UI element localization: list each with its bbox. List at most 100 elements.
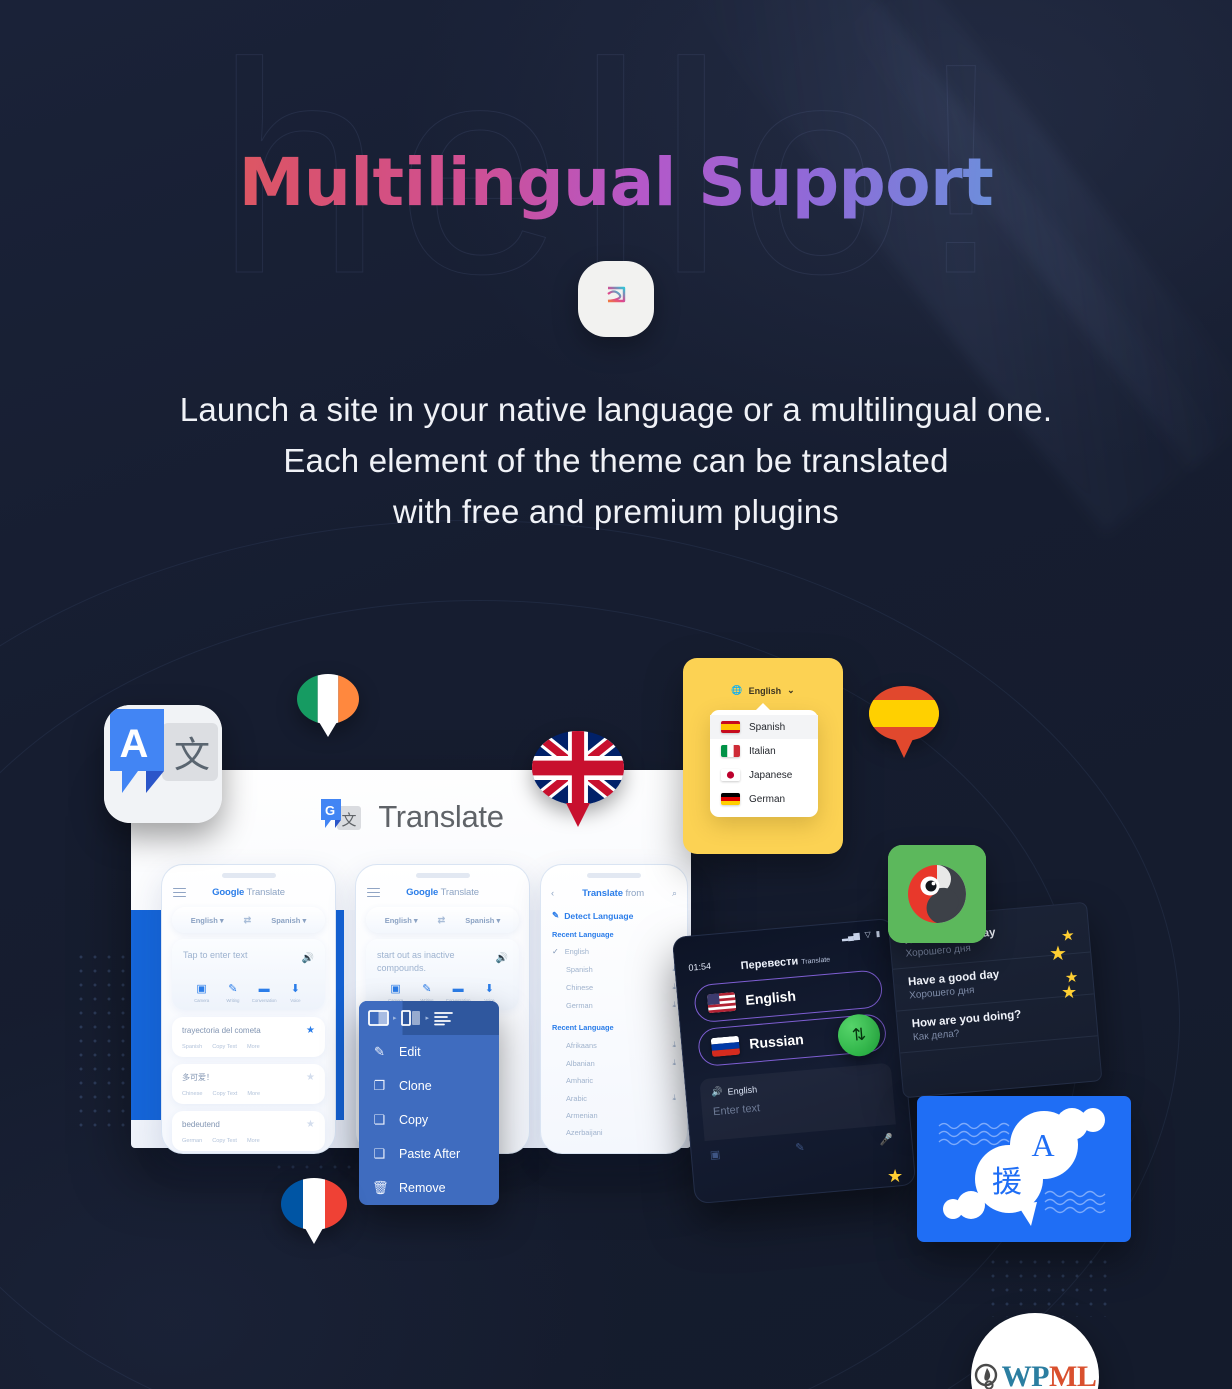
pen-icon[interactable]: ✎ (795, 1140, 805, 1154)
language-row-armenian[interactable]: Armenian (552, 1107, 676, 1124)
menu-item-paste-after[interactable]: ❑ Paste After (359, 1137, 499, 1171)
tool-voice[interactable]: ⬇ Voice (474, 984, 505, 1003)
menu-item-edit[interactable]: ✎ Edit (359, 1035, 499, 1069)
language-option-german[interactable]: German (710, 787, 818, 811)
usa-flag (706, 991, 737, 1013)
language-option-spanish[interactable]: Spanish (710, 715, 818, 739)
language-row-german[interactable]: German ⤓ (552, 996, 676, 1014)
more-action[interactable]: More (247, 1138, 260, 1144)
tool-writing[interactable]: ✎ Writing (411, 984, 442, 1003)
tool-camera[interactable]: ▣ Camera (186, 984, 217, 1003)
more-action[interactable]: More (247, 1044, 260, 1050)
clone-icon: ❐ (373, 1078, 386, 1093)
speaker-icon[interactable]: 🔊 (302, 953, 314, 964)
speaker-icon[interactable]: 🔊 (711, 1086, 723, 1098)
menu-icon[interactable] (173, 887, 186, 898)
columns-split-icon[interactable] (400, 1010, 422, 1026)
search-icon[interactable]: ⌕ (672, 888, 677, 899)
clipboard-icon: ❏ (373, 1112, 386, 1127)
menu-icon[interactable] (367, 887, 380, 898)
more-action[interactable]: More (247, 1091, 260, 1097)
camera-icon: ▣ (196, 983, 207, 995)
download-icon[interactable]: ⤓ (672, 1040, 676, 1050)
phone1-input-placeholder[interactable]: Tap to enter text (183, 949, 314, 975)
target-language[interactable]: Spanish ▾ (465, 916, 500, 925)
download-icon[interactable]: ⤓ (672, 1093, 676, 1103)
language-row-arabic[interactable]: Arabic ⤓ (552, 1089, 676, 1107)
phone2-input-card[interactable]: start out as inactive compounds. 🔊 ▣ Cam… (366, 939, 519, 1010)
phone1-input-card[interactable]: Tap to enter text 🔊 ▣ Camera ✎ Writing ▬… (172, 939, 325, 1010)
page-title: Multilingual Support (0, 144, 1232, 221)
source-language-label: English (744, 987, 797, 1008)
copy-text-action[interactable]: Copy Text (212, 1044, 237, 1050)
history-item[interactable]: trayectoria del cometa ★ Spanish Copy Te… (172, 1016, 325, 1057)
tool-camera-label: Camera (194, 997, 210, 1003)
language-row-chinese[interactable]: Chinese ⤓ (552, 978, 676, 996)
tool-voice-label: Voice (290, 997, 301, 1003)
source-language[interactable]: English ▾ (191, 916, 224, 925)
language-row-afrikaans[interactable]: Afrikaans ⤓ (552, 1036, 676, 1054)
japan-flag (721, 769, 740, 781)
history-lang: German (182, 1137, 203, 1144)
phone1-language-bar[interactable]: English ▾ ⇄ Spanish ▾ (172, 907, 325, 933)
history-item[interactable]: 多可爱！ ★ Chinese Copy Text More (172, 1063, 325, 1104)
detect-language-row[interactable]: ✎ Detect Language (552, 910, 676, 921)
speaker-icon[interactable]: 🔊 (496, 953, 508, 964)
svg-text:G: G (325, 803, 335, 818)
camera-icon: ▣ (390, 983, 401, 996)
star-icon[interactable]: ★ (306, 1072, 315, 1083)
uk-flag (532, 731, 624, 805)
phone1-title: Google Translate (212, 887, 285, 898)
tool-camera[interactable]: ▣ Camera (380, 984, 411, 1003)
phone1-toolbar: ▣ Camera ✎ Writing ▬ Conversation ⬇ Voic… (183, 984, 314, 1003)
menu-item-remove[interactable]: 🗑 Remove (359, 1171, 499, 1205)
language-row-spanish[interactable]: Spanish ⤓ (552, 960, 676, 978)
phone2-language-bar[interactable]: English ▾ ⇄ Spanish ▾ (366, 907, 519, 933)
copy-text-action[interactable]: Copy Text (213, 1091, 238, 1097)
tool-writing[interactable]: ✎ Writing (217, 984, 248, 1003)
ireland-flag (297, 674, 359, 724)
history-item[interactable]: bedeutend ★ German Copy Text More (172, 1110, 325, 1151)
bubble-tail (305, 1228, 323, 1244)
pencil-icon: ✎ (374, 1044, 385, 1059)
menu-item-clone[interactable]: ❐ Clone (359, 1069, 499, 1103)
language-option-japanese[interactable]: Japanese (710, 763, 818, 787)
language-row-albanian[interactable]: Albanian ⤓ (552, 1054, 676, 1072)
tool-conversation[interactable]: ▬ Conversation (443, 984, 474, 1003)
language-option-italian[interactable]: Italian (710, 739, 818, 763)
download-icon[interactable]: ⤓ (672, 1000, 676, 1010)
history-actions: Spanish Copy Text More (182, 1044, 315, 1050)
google-translate-app-icon: 文 A (104, 705, 222, 823)
language-row-azerbaijani[interactable]: Azerbaijani (552, 1124, 676, 1141)
swap-languages-icon[interactable]: ⇄ (244, 915, 252, 926)
mic-icon[interactable]: 🎤 (879, 1133, 894, 1147)
tool-conversation[interactable]: ▬ Conversation (249, 984, 280, 1003)
pen-icon: ✎ (228, 983, 238, 995)
recent-language-heading-2: Recent Language (552, 1023, 614, 1032)
history-text: 多可爱！ (182, 1072, 214, 1082)
language-row-amharic[interactable]: Amharic (552, 1072, 676, 1089)
star-icon[interactable]: ★ (306, 1025, 315, 1036)
copy-text-action[interactable]: Copy Text (212, 1138, 237, 1144)
source-language[interactable]: English ▾ (385, 916, 418, 925)
bubble-tail (319, 722, 337, 737)
parrot-icon (888, 845, 986, 943)
tool-writing-label: Writing (226, 997, 240, 1003)
phone2-input-text[interactable]: start out as inactive compounds. (377, 949, 508, 975)
columns-single-icon[interactable] (368, 1010, 389, 1026)
chevron-left-icon[interactable]: ‹ (551, 888, 554, 899)
camera-icon[interactable]: ▣ (709, 1148, 720, 1162)
download-icon[interactable]: ⤓ (672, 1058, 676, 1068)
menu-item-copy[interactable]: ❏ Copy (359, 1103, 499, 1137)
language-row-english[interactable]: ✓ English (552, 943, 676, 960)
language-switcher-trigger[interactable]: 🌐 English ⌄ (683, 658, 843, 696)
target-language[interactable]: Spanish ▾ (271, 916, 306, 925)
polylang-logo (888, 845, 986, 943)
list-lines-icon[interactable] (433, 1010, 454, 1026)
menu-item-label: Paste After (399, 1147, 461, 1161)
breadcrumb-arrow-icon: ▸ (425, 1015, 430, 1022)
language-option-label: Japanese (749, 769, 793, 781)
tool-voice[interactable]: ⬇ Voice (280, 984, 311, 1003)
star-icon[interactable]: ★ (306, 1119, 315, 1130)
swap-languages-icon[interactable]: ⇄ (438, 915, 446, 926)
